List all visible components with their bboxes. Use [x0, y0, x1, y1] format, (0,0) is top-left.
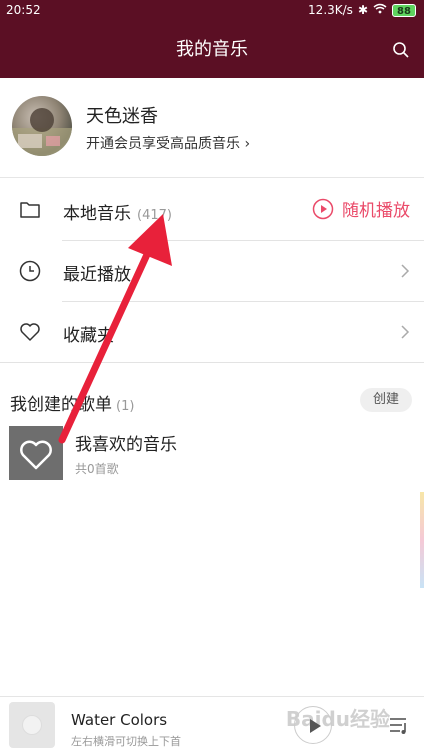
- now-playing-title: Water Colors: [71, 711, 168, 729]
- play-button[interactable]: [294, 706, 332, 744]
- recent-play-label: 最近播放: [63, 265, 131, 285]
- profile-card[interactable]: 天色迷香 开通会员享受高品质音乐 ›: [0, 78, 424, 178]
- wifi-icon: [373, 3, 387, 17]
- my-playlists-title: 我创建的歌单 (1): [10, 395, 135, 415]
- play-icon: [310, 719, 321, 733]
- search-button[interactable]: [392, 41, 410, 59]
- vip-upgrade-link[interactable]: 开通会员享受高品质音乐 ›: [86, 133, 250, 153]
- clock-icon: [19, 260, 41, 282]
- play-circle-icon: [312, 198, 334, 219]
- status-bar: 20:52 12.3K/s ✱ 88: [0, 0, 424, 22]
- local-music-count: (417): [137, 208, 172, 223]
- page-title: 我的音乐: [176, 39, 248, 60]
- shuffle-play-button[interactable]: 随机播放: [312, 196, 410, 221]
- status-icons: 12.3K/s ✱ 88: [308, 3, 416, 17]
- mini-player[interactable]: Water Colors 左右横滑可切换上下首 Baidu经验: [0, 696, 424, 753]
- swipe-hint: 左右横滑可切换上下首: [71, 735, 181, 748]
- heart-icon: [20, 440, 52, 470]
- album-art[interactable]: [9, 702, 55, 748]
- favorites-label: 收藏夹: [63, 326, 114, 346]
- app-header: 20:52 12.3K/s ✱ 88 我的音乐: [0, 0, 424, 78]
- create-playlist-button[interactable]: 创建: [360, 388, 412, 412]
- heart-icon: [20, 323, 40, 341]
- divider: [0, 362, 424, 363]
- playlist-icon[interactable]: [388, 715, 410, 735]
- battery-indicator: 88: [392, 3, 416, 17]
- playlist-count: (1): [116, 399, 135, 414]
- playlist-cover[interactable]: [9, 426, 63, 480]
- folder-icon: [20, 202, 40, 218]
- playlist-song-count: 共0首歌: [75, 462, 119, 476]
- favorites-row[interactable]: 收藏夹: [0, 302, 424, 363]
- network-speed: 12.3K/s: [308, 3, 353, 17]
- shuffle-play-label: 随机播放: [342, 201, 410, 221]
- local-music-row[interactable]: 本地音乐 (417) 随机播放: [0, 180, 424, 241]
- recent-play-row[interactable]: 最近播放: [0, 241, 424, 302]
- side-decoration: [420, 492, 424, 588]
- chevron-right-icon: [401, 264, 410, 278]
- search-icon: [393, 42, 409, 58]
- disc-center: [22, 715, 42, 735]
- bluetooth-icon: ✱: [357, 3, 368, 17]
- avatar[interactable]: [12, 96, 72, 156]
- chevron-right-icon: [401, 325, 410, 339]
- local-music-label: 本地音乐 (417): [63, 204, 172, 224]
- username: 天色迷香: [86, 106, 158, 127]
- playlist-name[interactable]: 我喜欢的音乐: [75, 430, 177, 455]
- status-time: 20:52: [6, 3, 41, 17]
